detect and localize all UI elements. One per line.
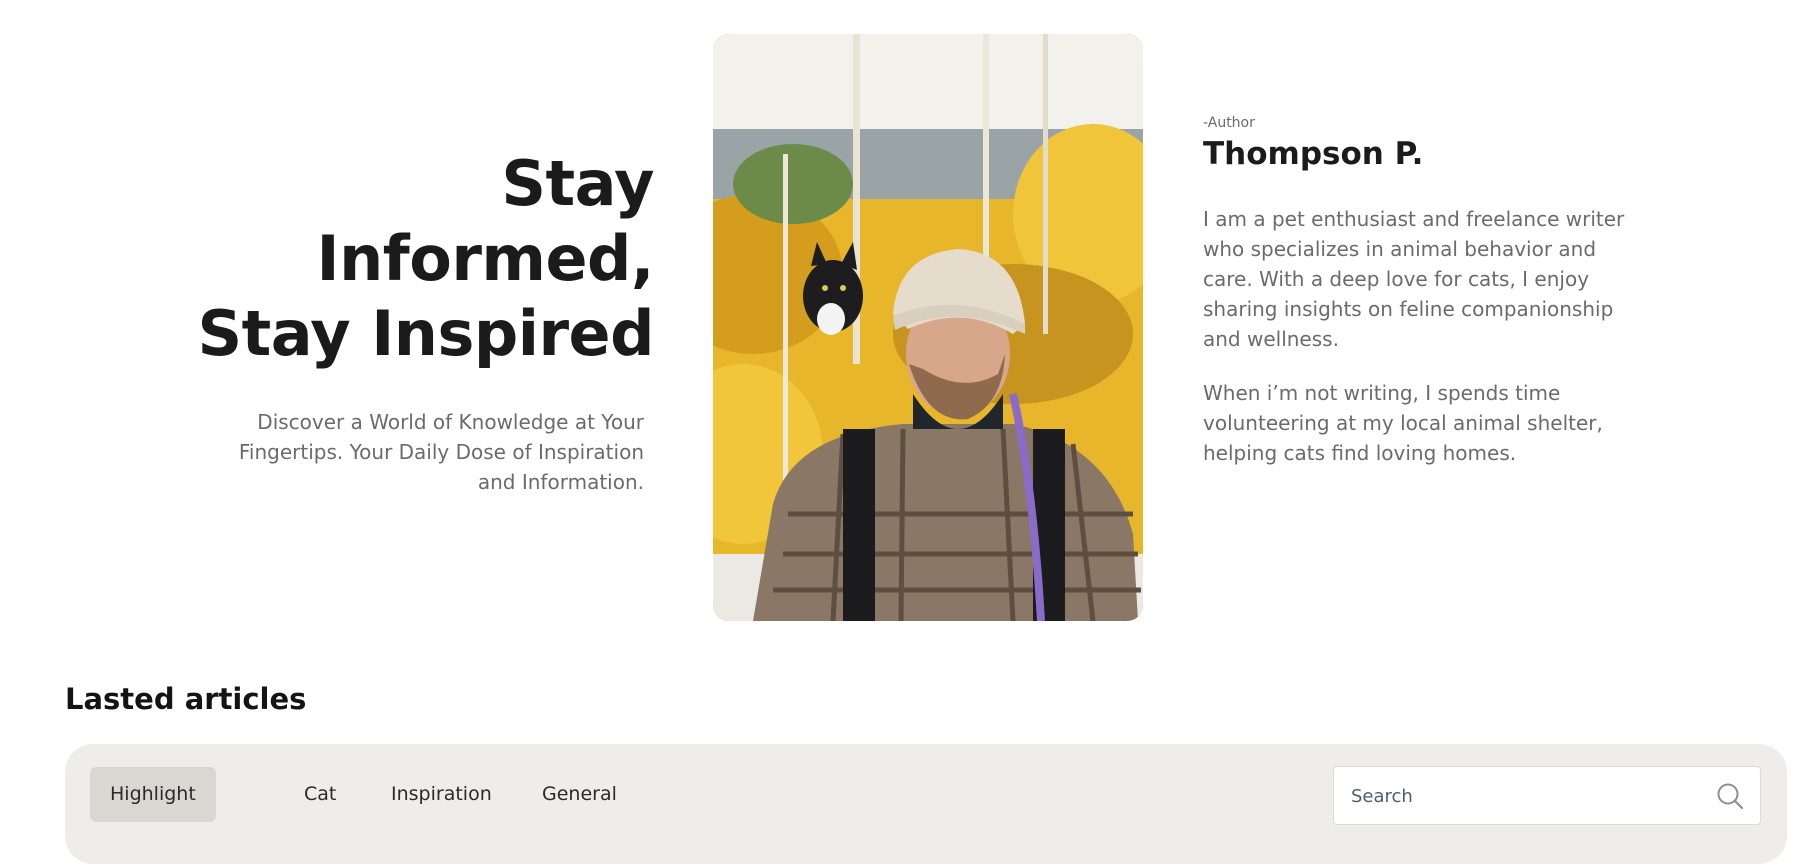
author-tag: -Author xyxy=(1203,115,1255,131)
hero-title-line: Stay xyxy=(501,147,654,220)
tab-highlight[interactable]: Highlight xyxy=(90,767,216,822)
author-name: Thompson P. xyxy=(1203,136,1424,172)
search-input[interactable] xyxy=(1349,767,1713,826)
search-box xyxy=(1333,766,1761,826)
hero-subtitle: Discover a World of Knowledge at Your Fi… xyxy=(238,410,644,494)
author-bio-paragraph: I am a pet enthusiast and freelance writ… xyxy=(1203,207,1625,351)
tab-general[interactable]: General xyxy=(522,767,637,822)
hero-title-line: Informed, xyxy=(316,222,655,295)
tab-cat[interactable]: Cat xyxy=(284,767,356,822)
search-icon[interactable] xyxy=(1716,782,1744,810)
hero-title: Stay Informed, Stay Inspired xyxy=(197,146,655,371)
article-filter-bar: Highlight Cat Inspiration General xyxy=(65,744,1787,864)
author-bio-paragraph: When i’m not writing, I spends time volu… xyxy=(1203,381,1603,465)
section-title: Lasted articles xyxy=(65,682,307,716)
hero-title-line: Stay Inspired xyxy=(197,297,655,370)
tab-inspiration[interactable]: Inspiration xyxy=(371,767,512,822)
author-photo xyxy=(713,34,1143,621)
